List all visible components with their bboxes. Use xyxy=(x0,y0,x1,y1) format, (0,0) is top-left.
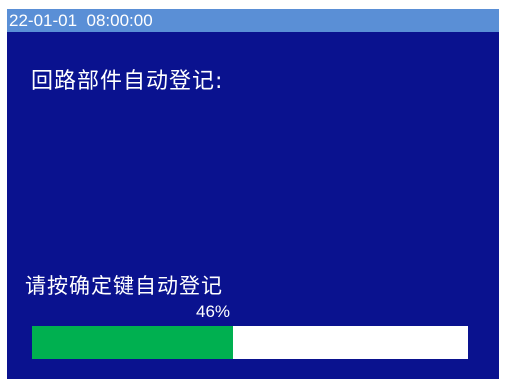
main-panel: 22-01-01 08:00:00 回路部件自动登记: 请按确定键自动登记 46… xyxy=(7,9,499,379)
status-bar: 22-01-01 08:00:00 xyxy=(7,9,499,32)
instruction-text: 请按确定键自动登记 xyxy=(25,274,223,298)
page-title: 回路部件自动登记: xyxy=(31,69,224,94)
datetime-display: 22-01-01 08:00:00 xyxy=(9,11,153,30)
progress-bar xyxy=(32,326,468,359)
progress-percent-label: 46% xyxy=(196,302,231,321)
device-screen: 22-01-01 08:00:00 回路部件自动登记: 请按确定键自动登记 46… xyxy=(0,0,507,385)
progress-bar-fill xyxy=(32,326,233,359)
